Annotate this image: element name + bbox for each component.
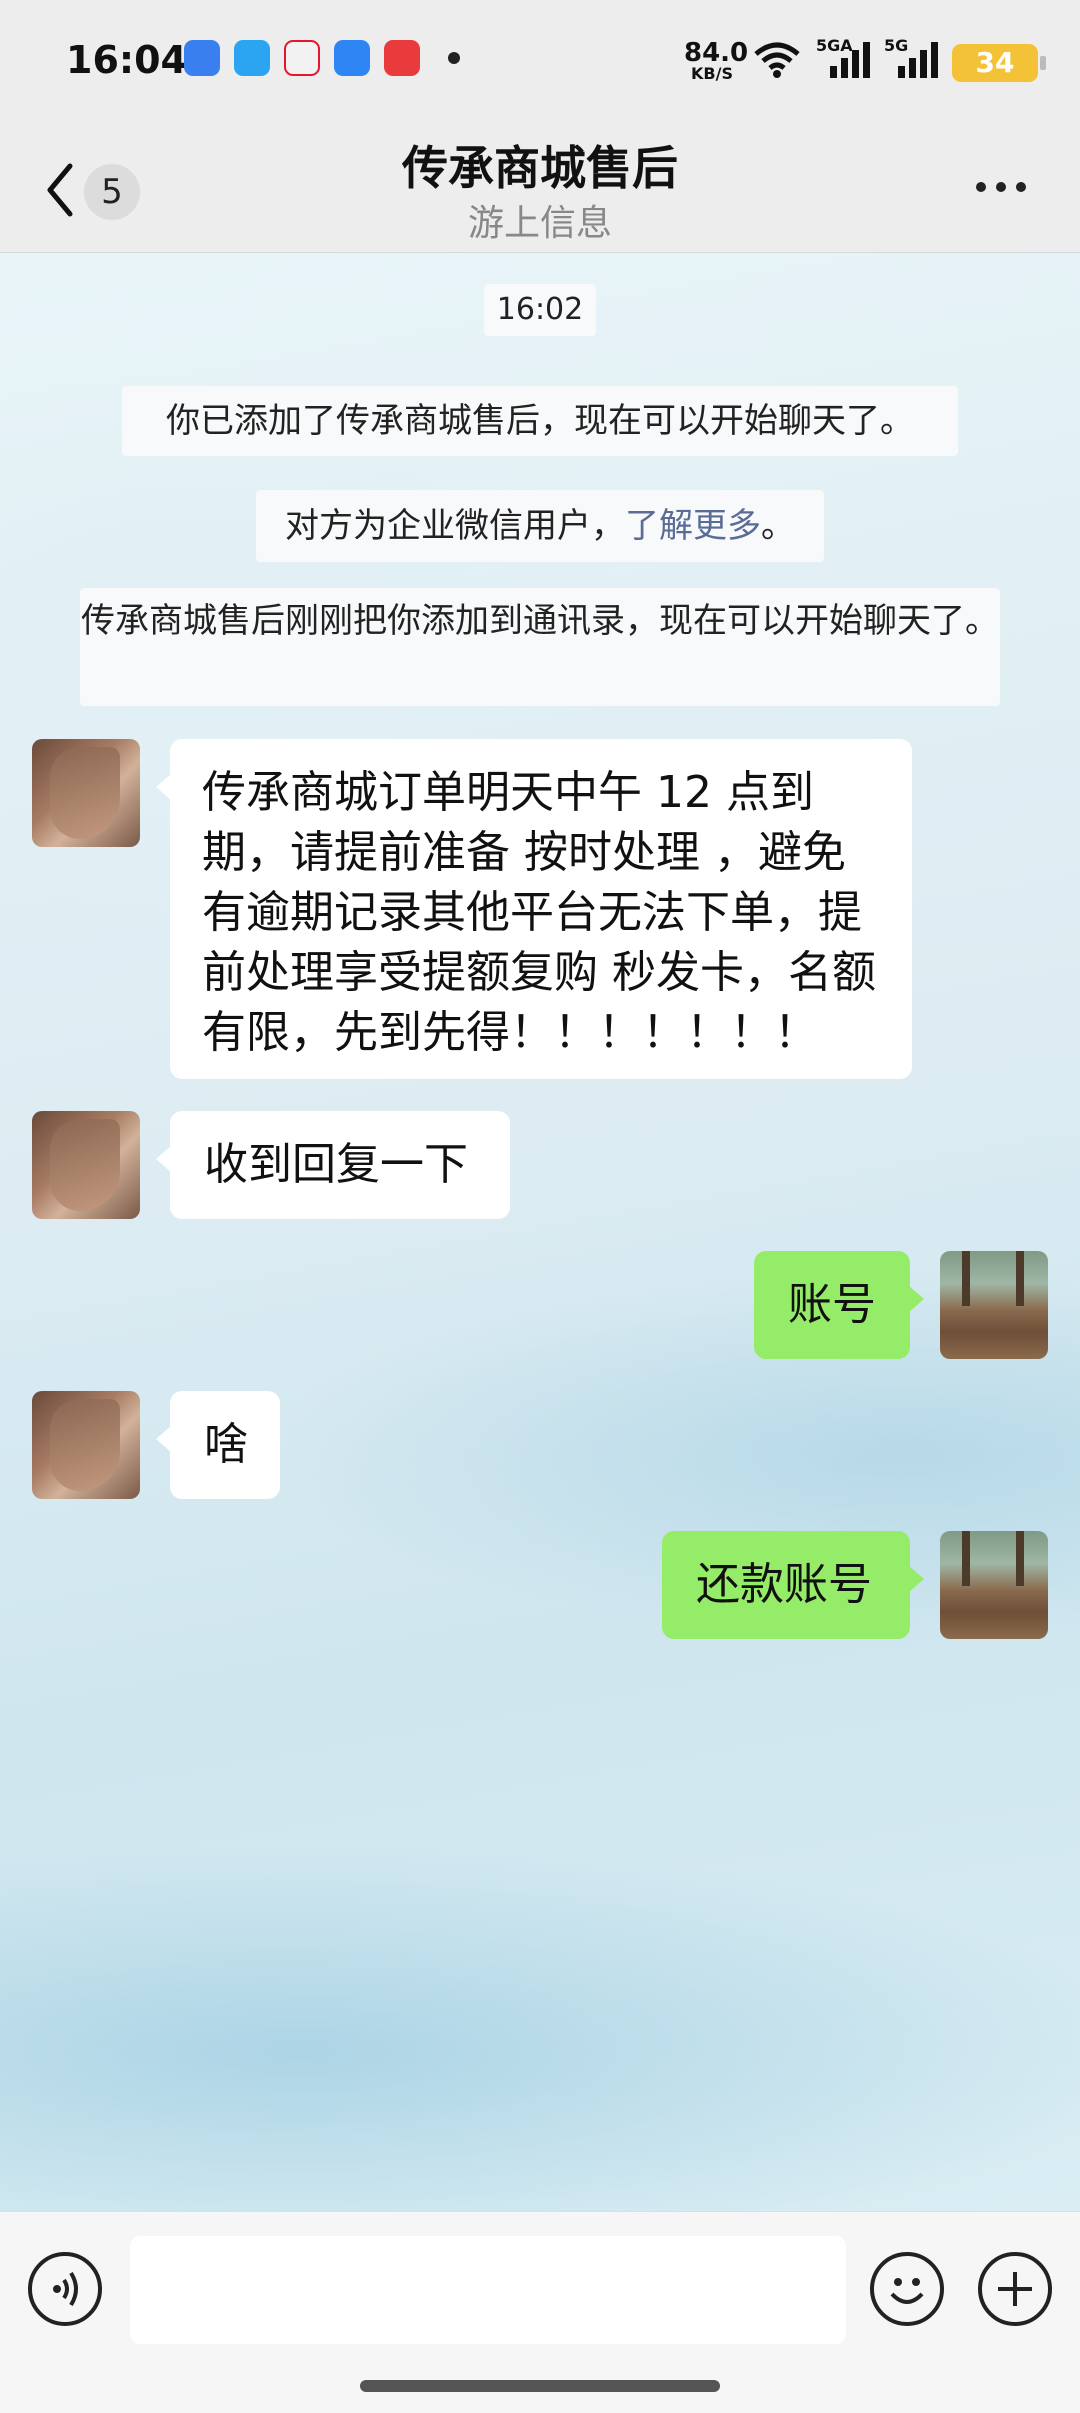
my-avatar[interactable] xyxy=(940,1531,1048,1639)
avatar-tree xyxy=(1016,1251,1024,1306)
more-dot xyxy=(1016,182,1026,192)
received-message-bubble[interactable]: 传承商城订单明天中午 12 点到期，请提前准备 按时处理 ，避免有逾期记录其他平… xyxy=(156,739,912,1079)
avatar-face xyxy=(50,747,120,839)
message-text: 传承商城订单明天中午 12 点到期，请提前准备 按时处理 ，避免有逾期记录其他平… xyxy=(202,767,876,1058)
voice-waves-icon xyxy=(53,2271,78,2307)
signal-bars-icon xyxy=(830,42,870,78)
system-message-text: 对方为企业微信用户， xyxy=(285,506,625,546)
sent-message-bubble[interactable]: 账号 xyxy=(754,1251,924,1359)
signal-5g-icon: 5G xyxy=(884,36,942,80)
contact-avatar[interactable] xyxy=(32,1391,140,1499)
received-message-bubble[interactable]: 收到回复一下 xyxy=(156,1111,510,1219)
chat-messages-area[interactable]: 16:02 你已添加了传承商城售后，现在可以开始聊天了。 对方为企业微信用户，了… xyxy=(0,253,1080,2211)
battery-level: 34 xyxy=(952,44,1038,82)
my-avatar[interactable] xyxy=(940,1251,1048,1359)
emoji-icon[interactable] xyxy=(870,2252,944,2326)
avatar-face xyxy=(50,1119,120,1211)
contact-avatar[interactable] xyxy=(32,1111,140,1219)
more-options-icon[interactable] xyxy=(976,182,1026,192)
more-functions-icon[interactable] xyxy=(978,2252,1052,2326)
more-dot xyxy=(976,182,986,192)
plus-icon xyxy=(998,2272,1032,2306)
status-bar: 16:04 84.0 KB/S 5GA 5G 34 xyxy=(0,0,1080,120)
system-message-suffix: 。 xyxy=(761,506,795,546)
message-text: 啥 xyxy=(204,1419,248,1470)
system-message-contacts: 传承商城售后刚刚把你添加到通讯录，现在可以开始聊天了。 xyxy=(80,588,1000,706)
message-text: 收到回复一下 xyxy=(204,1139,468,1190)
message-text: 账号 xyxy=(788,1279,876,1330)
received-message-bubble[interactable]: 啥 xyxy=(156,1391,280,1499)
net-speed-value: 84.0 xyxy=(684,38,749,68)
chat-title: 传承商城售后 xyxy=(402,141,678,195)
chat-subtitle: 游上信息 xyxy=(467,203,612,244)
more-dot xyxy=(996,182,1006,192)
system-message-added: 你已添加了传承商城售后，现在可以开始聊天了。 xyxy=(122,386,958,456)
smiley-face-icon xyxy=(890,2278,924,2304)
avatar-tree xyxy=(1016,1531,1024,1586)
learn-more-link[interactable]: 了解更多 xyxy=(625,506,761,546)
status-time: 16:04 xyxy=(66,38,187,82)
mobile-app-icon xyxy=(234,40,270,76)
input-bar xyxy=(0,2211,1080,2413)
battery-icon: 34 xyxy=(952,44,1048,82)
message-text: 还款账号 xyxy=(696,1559,872,1610)
sent-message-bubble[interactable]: 还款账号 xyxy=(662,1531,924,1639)
baidu-map-icon xyxy=(184,40,220,76)
net-speed-unit: KB/S xyxy=(691,64,733,83)
feather-icon xyxy=(334,40,370,76)
more-notifications-dot xyxy=(448,52,460,64)
system-message-wecom: 对方为企业微信用户，了解更多。 xyxy=(256,490,824,562)
wifi-icon xyxy=(754,42,800,78)
voice-input-icon[interactable] xyxy=(28,2252,102,2326)
chat-header: 5 传承商城售后 游上信息 xyxy=(0,120,1080,253)
notification-icons xyxy=(184,40,460,76)
contact-avatar[interactable] xyxy=(32,739,140,847)
avatar-tree xyxy=(962,1531,970,1586)
weibo-icon xyxy=(284,40,320,76)
avatar-face xyxy=(50,1399,120,1491)
timestamp-label: 16:02 xyxy=(484,284,596,336)
home-indicator[interactable] xyxy=(360,2380,720,2392)
message-input[interactable] xyxy=(130,2236,846,2344)
battery-tip xyxy=(1040,56,1046,70)
avatar-tree xyxy=(962,1251,970,1306)
618-sale-icon xyxy=(384,40,420,76)
net-speed: 84.0 KB/S xyxy=(684,38,749,83)
signal-5ga-icon: 5GA xyxy=(816,36,874,80)
signal-bars-icon xyxy=(898,42,938,78)
